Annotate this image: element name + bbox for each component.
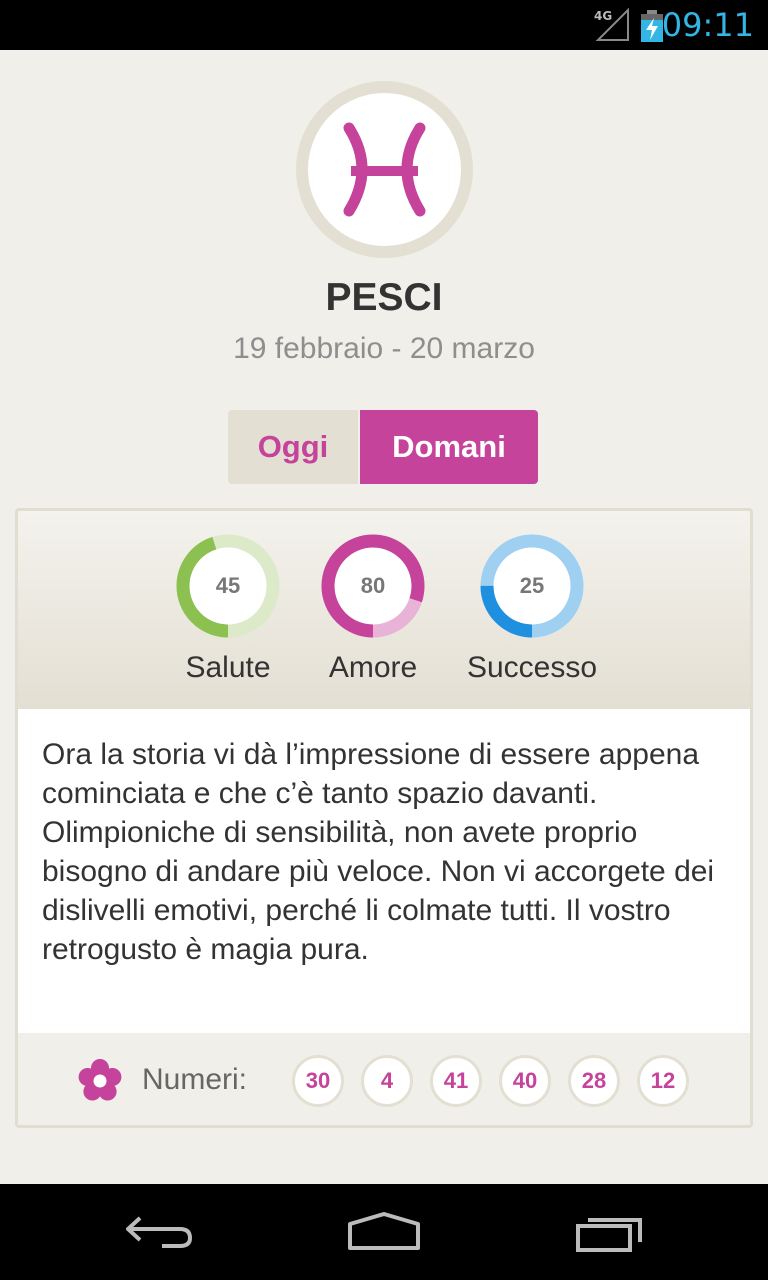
navigation-bar bbox=[0, 1184, 768, 1280]
lucky-number: 30 bbox=[292, 1055, 344, 1107]
sign-dates: 19 febbraio - 20 marzo bbox=[233, 332, 535, 365]
signal-icon: 4G bbox=[594, 8, 629, 41]
horoscope-card: 45 Salute 80 Amore 25 Successo Ora la st… bbox=[15, 508, 753, 1128]
numbers-label: Numeri: bbox=[142, 1063, 248, 1096]
status-bar: 4G 09:11 bbox=[0, 0, 768, 50]
sign-emblem bbox=[296, 81, 473, 258]
lucky-numbers-bar: Numeri: 30 4 41 40 28 12 bbox=[18, 1033, 750, 1125]
lucky-number: 12 bbox=[637, 1055, 689, 1107]
stat-label-amore: Amore bbox=[328, 651, 418, 684]
battery-charging-icon bbox=[641, 10, 663, 42]
sign-title: PESCI bbox=[325, 276, 443, 319]
stat-label-successo: Successo bbox=[466, 651, 598, 684]
stat-salute: 45 Salute bbox=[153, 534, 303, 685]
stat-value-amore: 80 bbox=[360, 573, 386, 598]
stats-panel: 45 Salute 80 Amore 25 Successo bbox=[18, 511, 750, 709]
stat-amore: 80 Amore bbox=[298, 534, 448, 685]
back-icon[interactable] bbox=[124, 1210, 196, 1254]
lucky-number: 4 bbox=[361, 1055, 413, 1107]
pisces-glyph-icon bbox=[343, 122, 426, 217]
stat-label-salute: Salute bbox=[185, 651, 271, 684]
stat-successo: 25 Successo bbox=[457, 534, 607, 685]
flower-icon bbox=[78, 1059, 122, 1101]
lucky-number: 41 bbox=[430, 1055, 482, 1107]
recent-apps-icon[interactable] bbox=[574, 1210, 646, 1254]
stat-value-successo: 25 bbox=[519, 573, 545, 598]
stat-value-salute: 45 bbox=[215, 573, 241, 598]
day-tabs: Oggi Domani bbox=[228, 410, 538, 484]
tab-oggi[interactable]: Oggi bbox=[228, 410, 358, 484]
lucky-number: 40 bbox=[499, 1055, 551, 1107]
home-icon[interactable] bbox=[346, 1210, 422, 1254]
svg-text:4G: 4G bbox=[594, 9, 612, 23]
lucky-number: 28 bbox=[568, 1055, 620, 1107]
tab-domani[interactable]: Domani bbox=[360, 410, 538, 484]
horoscope-text: Ora la storia vi dà l’impressione di ess… bbox=[18, 709, 750, 1033]
clock: 09:11 bbox=[661, 6, 754, 44]
